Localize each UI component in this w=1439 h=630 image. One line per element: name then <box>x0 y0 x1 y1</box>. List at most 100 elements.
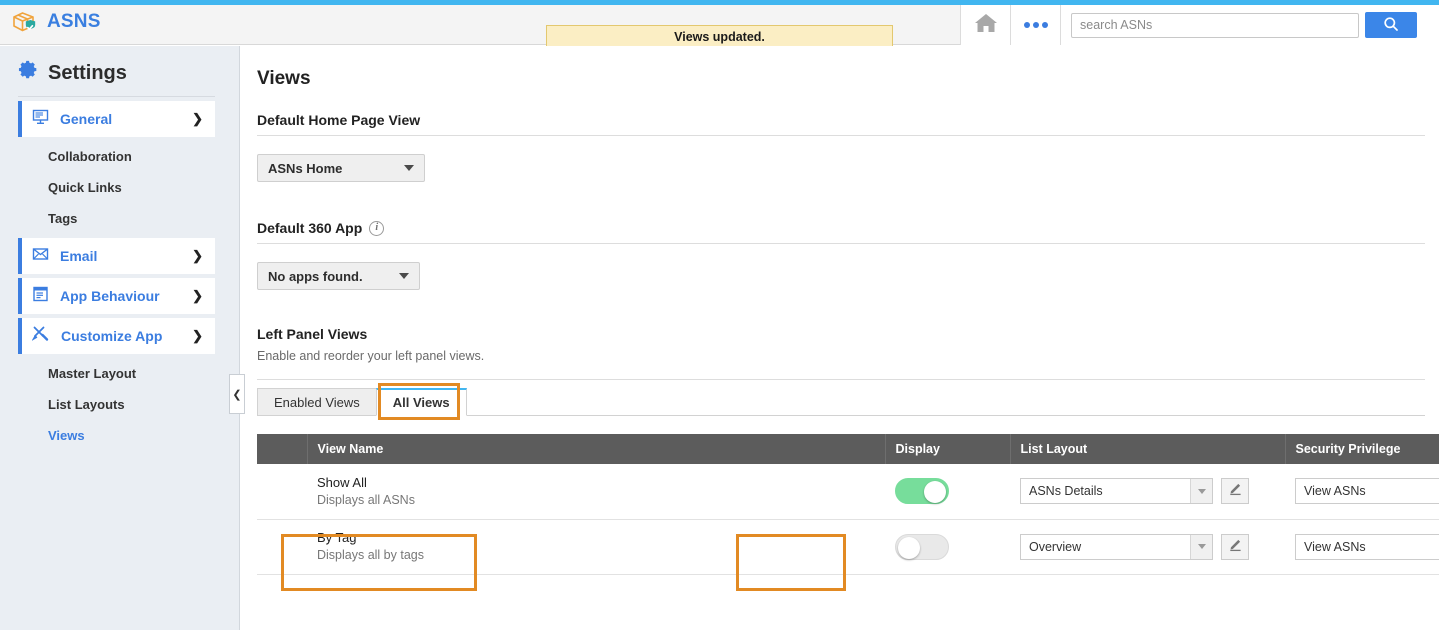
nav-group-general: General ❯ Collaboration Quick Links Tags <box>0 101 239 234</box>
views-table-body: Show All Displays all ASNs ASNs Details <box>257 464 1439 575</box>
section-description: Enable and reorder your left panel views… <box>257 349 485 363</box>
select-value: Overview <box>1029 539 1082 554</box>
main-content: Views Default Home Page View ASNs Home D… <box>241 46 1439 630</box>
select-value: ASNs Details <box>1029 484 1103 499</box>
nav-group-customize-app: Customize App ❯ Master Layout List Layou… <box>0 318 239 451</box>
sidebar-subitem-master-layout[interactable]: Master Layout <box>0 358 239 389</box>
list-layout-cell: Overview <box>1010 519 1285 575</box>
section-heading-label: Left Panel Views <box>257 326 368 342</box>
section-heading-label: Default 360 App <box>257 220 363 236</box>
select-value: ASNs Home <box>268 160 343 176</box>
display-toggle[interactable] <box>895 533 949 560</box>
sidebar-subitem-tags[interactable]: Tags <box>0 203 239 234</box>
app-header: ASNS Views updated. <box>0 5 1439 49</box>
row-handle-cell[interactable] <box>257 519 307 575</box>
chevron-left-icon: ❮ <box>232 388 242 401</box>
settings-title: Settings <box>48 61 127 84</box>
column-header-handle <box>257 434 308 464</box>
select-value: No apps found. <box>268 268 363 284</box>
chevron-right-icon: ❯ <box>192 288 203 303</box>
section-divider <box>257 243 1425 244</box>
sidebar-item-label: Customize App <box>61 328 163 344</box>
views-table-header: View Name Display List Layout Security P… <box>257 434 1439 464</box>
view-name: Show All <box>317 475 367 491</box>
default-home-page-view-select[interactable]: ASNs Home <box>257 154 425 182</box>
column-header-list-layout: List Layout <box>1010 434 1286 464</box>
search-input[interactable] <box>1071 12 1359 38</box>
list-layout-select[interactable]: ASNs Details <box>1020 478 1213 505</box>
header-actions <box>960 5 1439 45</box>
chevron-down-icon <box>1190 534 1212 559</box>
pencil-icon <box>1228 537 1243 557</box>
document-list-icon <box>32 286 49 307</box>
envelope-icon <box>32 246 49 266</box>
chevron-down-icon <box>404 165 414 171</box>
section-divider <box>257 379 1425 380</box>
chevron-right-icon: ❯ <box>192 248 203 263</box>
page-title: Views <box>257 68 311 89</box>
sidebar-item-general[interactable]: General ❯ <box>18 101 215 137</box>
sidebar-collapse-handle[interactable]: ❮ <box>229 374 245 414</box>
sidebar-subitem-list-layouts[interactable]: List Layouts <box>0 389 239 420</box>
column-header-security-privilege: Security Privilege <box>1285 434 1439 464</box>
more-dots-icon <box>1023 22 1048 28</box>
brand-name: ASNS <box>47 11 101 32</box>
section-heading-left-panel-views: Left Panel Views <box>257 326 1425 342</box>
section-heading-default-360-app: Default 360 App i <box>257 220 1425 236</box>
row-handle-cell[interactable] <box>257 464 307 520</box>
chevron-down-icon <box>399 273 409 279</box>
list-layout-select[interactable]: Overview <box>1020 533 1213 560</box>
brand[interactable]: ASNS <box>10 8 101 36</box>
settings-sidebar: Settings General ❯ Collaboration Quick L… <box>0 46 240 630</box>
view-name: By Tag <box>317 530 357 546</box>
info-icon[interactable]: i <box>369 220 385 236</box>
tab-enabled-views[interactable]: Enabled Views <box>257 388 377 416</box>
view-description: Displays all by tags <box>317 547 424 562</box>
sidebar-item-label: General <box>60 111 113 127</box>
monitor-icon <box>32 109 49 130</box>
section-heading-default-home-page-view: Default Home Page View <box>257 112 1425 128</box>
chevron-down-icon <box>1190 479 1212 504</box>
chevron-down-icon: ❯ <box>192 328 203 343</box>
home-button[interactable] <box>960 5 1010 45</box>
search-button[interactable] <box>1365 12 1417 38</box>
security-privilege-cell: View ASNs <box>1285 519 1439 575</box>
security-privilege-select[interactable]: View ASNs <box>1295 478 1439 505</box>
column-header-display: Display <box>885 434 1011 464</box>
security-privilege-select[interactable]: View ASNs <box>1295 533 1439 560</box>
view-description: Displays all ASNs <box>317 492 415 507</box>
sidebar-item-customize-app[interactable]: Customize App ❯ <box>18 318 215 354</box>
tab-all-views[interactable]: All Views <box>375 388 467 416</box>
display-cell <box>885 464 1010 520</box>
chevron-right-icon: ❯ <box>192 111 203 126</box>
column-header-view-name: View Name <box>307 434 886 464</box>
select-value: View ASNs <box>1304 539 1366 554</box>
section-divider <box>257 135 1425 136</box>
sidebar-divider <box>18 96 215 97</box>
sidebar-subitem-quick-links[interactable]: Quick Links <box>0 172 239 203</box>
default-360-app-select[interactable]: No apps found. <box>257 262 420 290</box>
search-area <box>1060 5 1439 45</box>
security-privilege-cell: View ASNs <box>1285 464 1439 520</box>
display-cell <box>885 519 1010 575</box>
tools-icon <box>31 325 50 347</box>
more-options-button[interactable] <box>1010 5 1060 45</box>
table-row: Show All Displays all ASNs ASNs Details <box>257 464 1439 520</box>
list-layout-cell: ASNs Details <box>1010 464 1285 520</box>
sidebar-item-label: App Behaviour <box>60 288 160 304</box>
sidebar-item-app-behaviour[interactable]: App Behaviour ❯ <box>18 278 215 314</box>
edit-list-layout-button[interactable] <box>1221 533 1249 560</box>
pencil-icon <box>1228 481 1243 501</box>
home-icon <box>974 12 998 39</box>
display-toggle[interactable] <box>895 478 949 505</box>
views-tabs: Enabled Views All Views <box>257 383 1425 420</box>
gear-icon <box>18 60 39 86</box>
search-icon <box>1383 16 1399 35</box>
views-table: View Name Display List Layout Security P… <box>257 434 1439 575</box>
nav-group-app-behaviour: App Behaviour ❯ <box>0 278 239 314</box>
sidebar-subitem-views[interactable]: Views <box>0 420 239 451</box>
edit-list-layout-button[interactable] <box>1221 478 1249 505</box>
toggle-knob <box>898 536 920 559</box>
sidebar-subitem-collaboration[interactable]: Collaboration <box>0 141 239 172</box>
sidebar-item-email[interactable]: Email ❯ <box>18 238 215 274</box>
